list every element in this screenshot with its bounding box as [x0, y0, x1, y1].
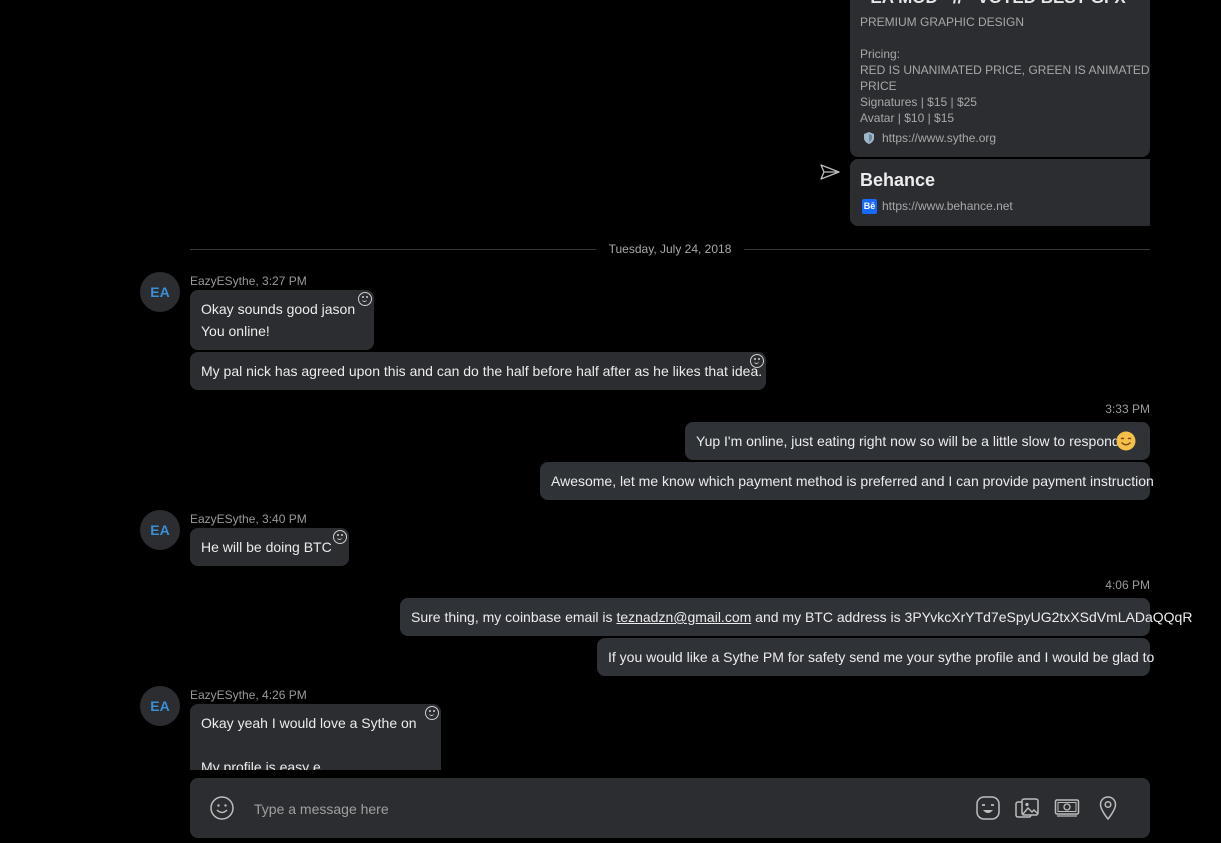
gallery-icon[interactable] — [1014, 795, 1040, 821]
link-preview-line: Signatures | $15 | $25 — [860, 95, 977, 109]
divider-line — [190, 249, 596, 250]
message-bubble[interactable]: Okay yeah I would love a Sythe on My pro… — [190, 704, 441, 770]
message-time: 3:33 PM — [1105, 402, 1150, 416]
message-bubble[interactable]: Okay sounds good jason You online! — [190, 290, 374, 350]
message-text: You online! — [201, 323, 270, 339]
location-icon[interactable] — [1095, 795, 1121, 821]
money-icon[interactable] — [1054, 795, 1080, 821]
link-preview-line: Pricing: — [860, 47, 901, 61]
link-preview-subtitle: PREMIUM GRAPHIC DESIGN — [860, 15, 1025, 29]
add-reaction-icon[interactable] — [358, 292, 372, 306]
message-text: My pal nick has agreed upon this and can… — [201, 363, 763, 379]
divider-line — [744, 249, 1150, 250]
emoji-icon[interactable] — [209, 795, 235, 821]
add-reaction-icon[interactable] — [425, 706, 439, 720]
link-preview-line: RED IS UNANIMATED PRICE, GREEN IS ANIMAT… — [860, 63, 1150, 77]
message-text: Yup I'm online, just eating right now so… — [696, 433, 1120, 449]
message-input[interactable] — [252, 796, 856, 822]
message-time: 4:06 PM — [1105, 578, 1150, 592]
avatar[interactable]: EA — [140, 272, 180, 312]
message-text: Okay yeah I would love a Sythe on — [201, 715, 417, 731]
avatar[interactable]: EA — [140, 686, 180, 726]
message-text: If you would like a Sythe PM for safety … — [608, 649, 1155, 665]
message-text: Okay sounds good jason — [201, 301, 356, 317]
link-preview-line: PRICE — [860, 79, 897, 93]
behance-icon: Bē — [862, 199, 877, 214]
message-bubble[interactable]: Awesome, let me know which payment metho… — [540, 462, 1154, 500]
link-preview-sythe[interactable]: - EA MOD - // - VOTED BEST GFX PREMIUM G… — [850, 0, 1150, 157]
link-preview-url[interactable]: https://www.behance.net — [882, 199, 1013, 213]
message-composer — [190, 778, 1150, 838]
sticker-icon[interactable] — [975, 795, 1001, 821]
link-preview-title: Behance — [860, 170, 936, 190]
shield-icon — [862, 131, 876, 145]
message-text: Awesome, let me know which payment metho… — [551, 473, 1154, 489]
message-text: and my BTC address is 3PYvkcXrYTd7eSpyUG… — [751, 609, 1193, 625]
link-preview-url[interactable]: https://www.sythe.org — [882, 131, 996, 145]
message-meta: EazyESythe, 3:40 PM — [190, 512, 307, 526]
message-text: My profile is easy e — [201, 759, 321, 770]
link-preview-line: Avatar | $10 | $15 — [860, 111, 955, 125]
message-text: He will be doing BTC — [201, 539, 332, 555]
share-icon[interactable] — [820, 164, 840, 180]
link-preview-behance[interactable]: Behance Bē https://www.behance.net — [850, 159, 1150, 226]
add-reaction-icon[interactable] — [750, 354, 764, 368]
message-meta: EazyESythe, 3:27 PM — [190, 274, 307, 288]
message-bubble[interactable]: If you would like a Sythe PM for safety … — [597, 638, 1154, 676]
message-bubble[interactable]: He will be doing BTC — [190, 528, 349, 566]
message-bubble[interactable]: Yup I'm online, just eating right now so… — [685, 422, 1150, 460]
email-link[interactable]: teznadzn@gmail.com — [616, 609, 751, 625]
date-divider: Tuesday, July 24, 2018 — [608, 242, 732, 256]
message-text: Sure thing, my coinbase email is — [411, 609, 617, 625]
message-bubble[interactable]: My pal nick has agreed upon this and can… — [190, 352, 766, 390]
link-preview-title: - EA MOD - // - VOTED BEST GFX — [860, 0, 1126, 8]
avatar[interactable]: EA — [140, 510, 180, 550]
add-reaction-icon[interactable] — [333, 530, 347, 544]
message-meta: EazyESythe, 4:26 PM — [190, 688, 307, 702]
message-bubble[interactable]: Sure thing, my coinbase email is teznadz… — [400, 598, 1192, 636]
smile-emoji-icon — [1116, 431, 1136, 451]
